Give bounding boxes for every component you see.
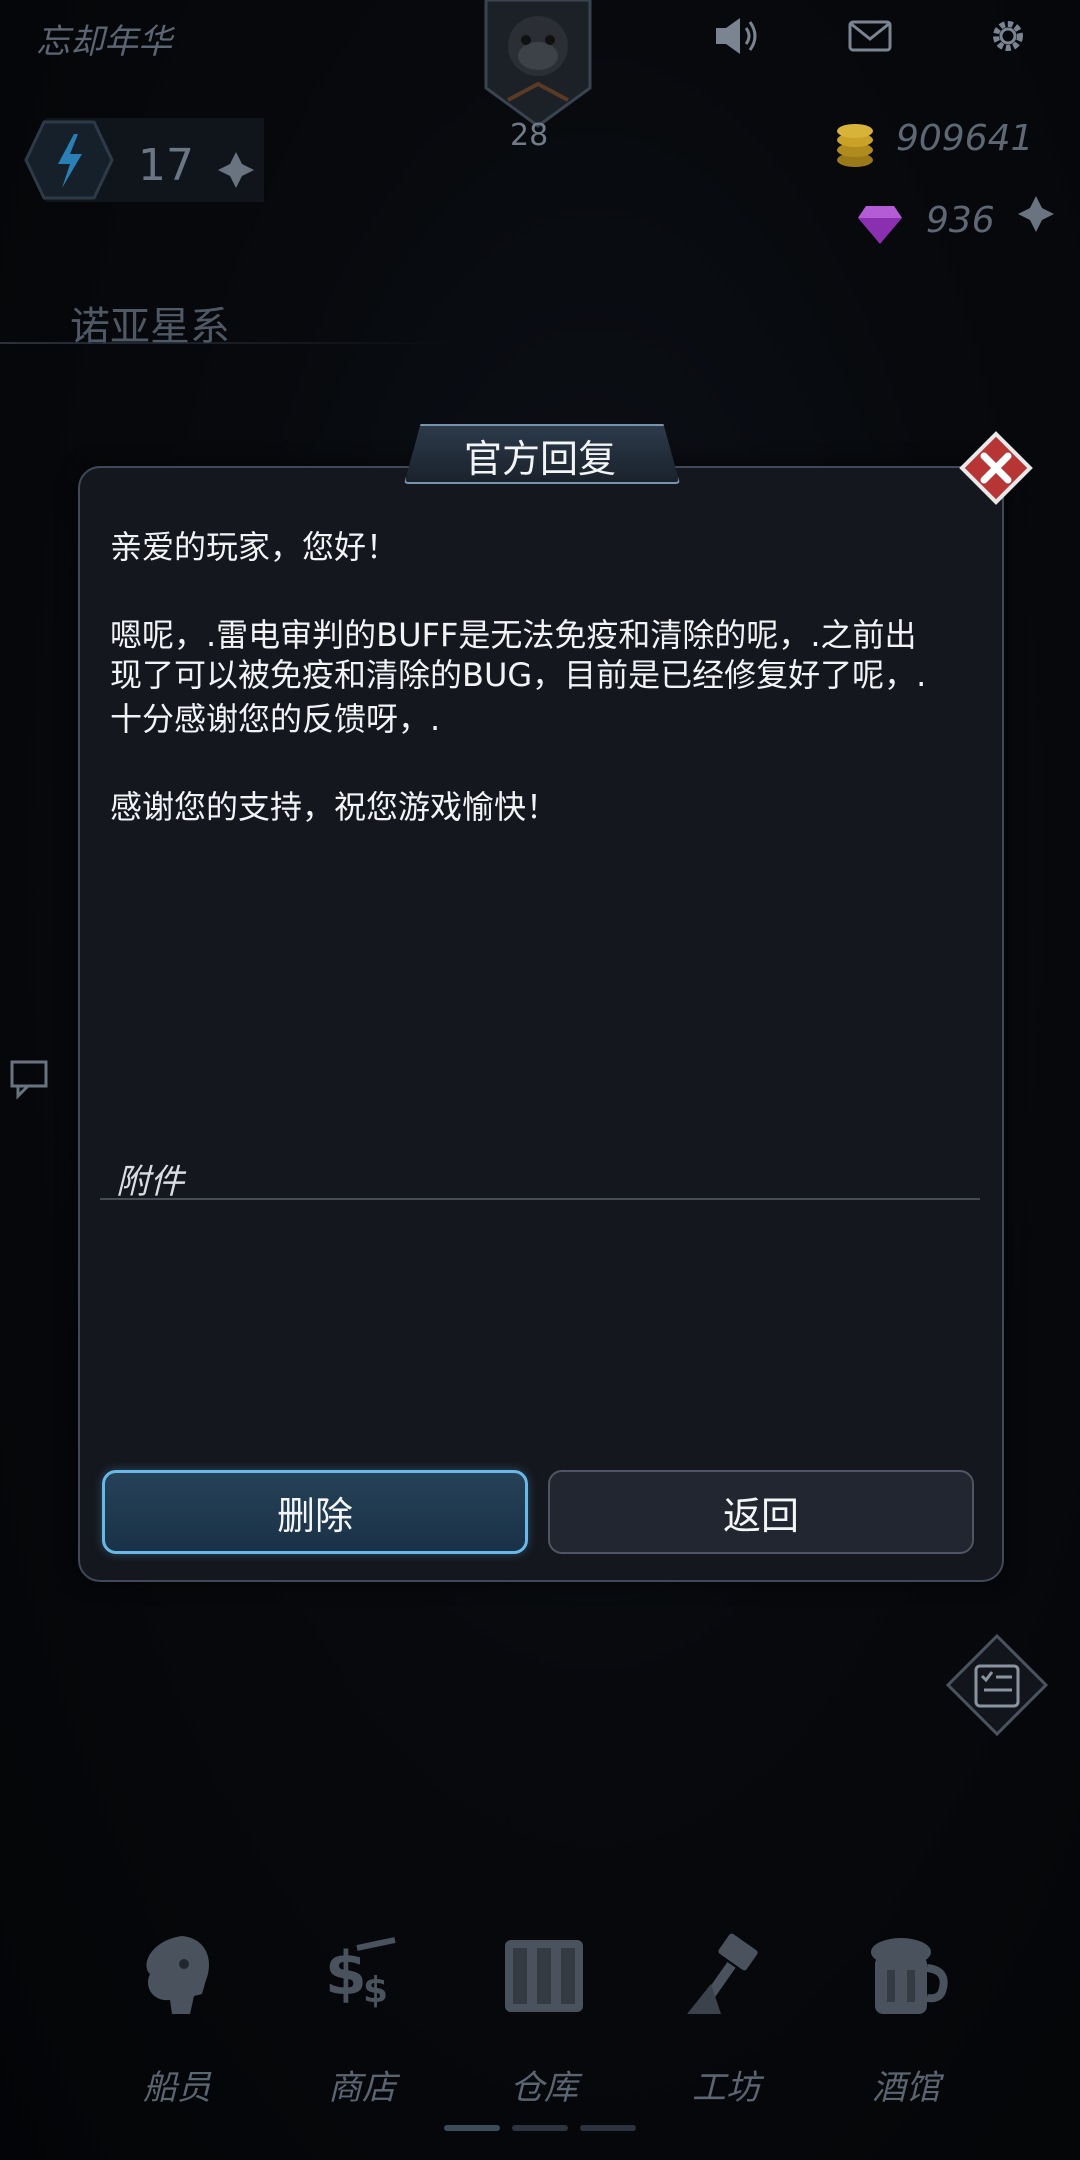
attachment-divider [100, 1198, 980, 1200]
message-greeting: 亲爱的玩家，您好！ [110, 528, 399, 566]
message-closing: 感谢您的支持，祝您游戏愉快！ [110, 788, 559, 826]
page-indicator-active [444, 2125, 500, 2131]
shop-icon: $ $ [325, 1937, 396, 2011]
player-avatar[interactable] [478, 0, 598, 130]
message-line: 现了可以被免疫和清除的BUG，目前是已经修复好了呢，. [110, 656, 927, 694]
add-energy-icon[interactable] [214, 148, 258, 192]
gold-value: 909641 [896, 118, 1034, 159]
close-icon[interactable] [958, 430, 1034, 506]
nav-item-crew[interactable]: 船员 [107, 1920, 247, 2108]
gem-icon [858, 206, 902, 244]
gear-icon[interactable] [984, 14, 1034, 58]
dialog-title: 官方回复 [463, 437, 616, 481]
workshop-icon [687, 1933, 758, 2014]
gold-coin-icon [837, 124, 873, 167]
energy-value: 17 [138, 140, 194, 191]
speaker-icon[interactable] [712, 14, 762, 58]
page-indicator [512, 2125, 568, 2131]
nav-item-shop[interactable]: $ $ 商店 [292, 1920, 432, 2108]
gem-value: 936 [926, 200, 995, 241]
crew-icon [146, 1936, 209, 2014]
warehouse-icon [505, 1940, 583, 2012]
tavern-icon [871, 1938, 948, 2014]
task-list-icon[interactable] [944, 1632, 1050, 1738]
add-gem-icon[interactable] [1014, 192, 1058, 236]
nav-label: 酒馆 [872, 2068, 940, 2108]
chat-icon[interactable] [8, 1056, 54, 1100]
page-indicator [580, 2125, 636, 2131]
region-divider [0, 342, 460, 344]
delete-button[interactable]: 删除 [102, 1470, 528, 1554]
lightning-icon [24, 120, 114, 200]
nav-item-warehouse[interactable]: 仓库 [474, 1920, 614, 2108]
nav-item-tavern[interactable]: 酒馆 [836, 1920, 976, 2108]
nav-item-workshop[interactable]: 工坊 [656, 1920, 796, 2108]
nav-label: 商店 [328, 2068, 396, 2108]
nav-label: 仓库 [510, 2068, 578, 2108]
back-button[interactable]: 返回 [548, 1470, 974, 1554]
message-line: 十分感谢您的反馈呀，. [110, 700, 441, 738]
svg-text:$: $ [363, 1970, 388, 2011]
nav-label: 船员 [143, 2068, 211, 2108]
nav-label: 工坊 [692, 2068, 760, 2108]
attachment-label: 附件 [116, 1162, 184, 1202]
mail-icon[interactable] [846, 14, 896, 58]
player-name[interactable]: 忘却年华 [36, 14, 172, 63]
player-level: 28 [510, 118, 549, 153]
